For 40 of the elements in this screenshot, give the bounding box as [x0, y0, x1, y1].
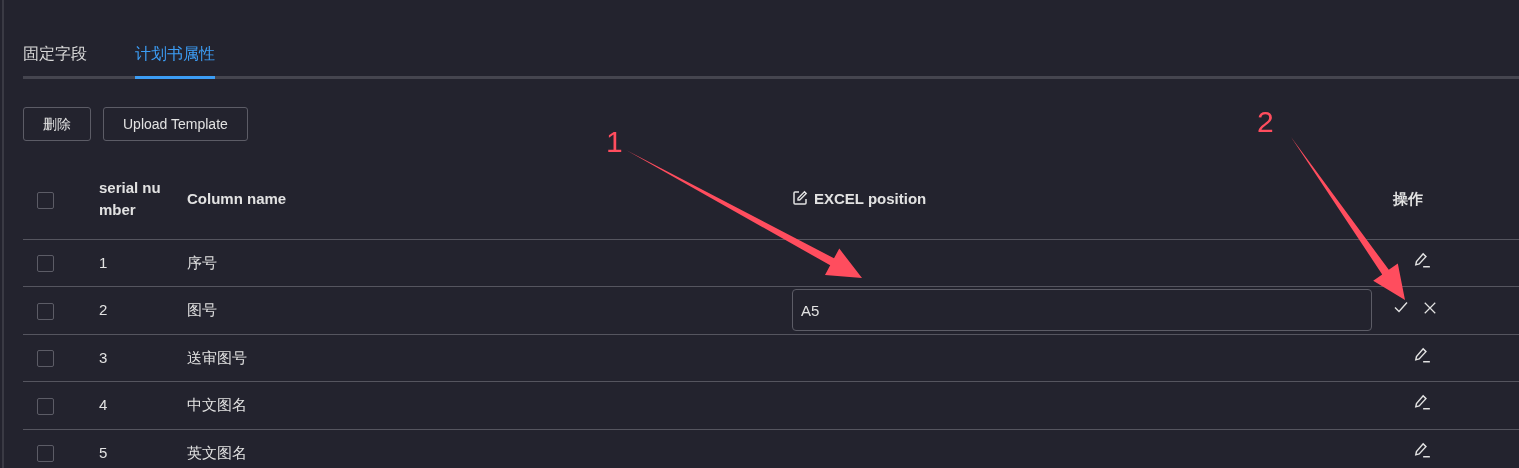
pencil-icon	[1413, 250, 1431, 269]
edit-button[interactable]	[1413, 393, 1431, 411]
column-header: serial number	[99, 178, 162, 220]
column-name: 英文图名	[187, 443, 247, 461]
column-header: EXCEL position	[814, 190, 927, 207]
column-header: 操作	[1393, 190, 1423, 207]
checkbox[interactable]	[37, 445, 54, 463]
row-number: 3	[99, 347, 109, 368]
pencil-icon	[1413, 440, 1431, 459]
edit-icon	[792, 190, 808, 206]
confirm-button[interactable]	[1393, 299, 1409, 315]
column-header: Column name	[187, 190, 287, 207]
edit-button[interactable]	[1413, 440, 1431, 459]
annotation-label: 1	[606, 125, 623, 158]
row-number: 2	[99, 300, 109, 320]
edit-button[interactable]	[1413, 345, 1431, 364]
checkbox[interactable]	[37, 191, 54, 209]
checkbox[interactable]	[37, 397, 54, 415]
tab[interactable]: 固定字段	[23, 42, 87, 79]
checkbox[interactable]	[37, 255, 54, 273]
annotation-label: 2	[1257, 105, 1274, 138]
column-name: 中文图名	[187, 396, 247, 413]
row-number: 4	[99, 395, 109, 415]
column-name: 图号	[187, 301, 217, 318]
upload-button[interactable]: Upload Template	[103, 107, 248, 141]
checkbox[interactable]	[37, 302, 54, 320]
row-number: 1	[99, 252, 109, 273]
cancel-button[interactable]	[1423, 301, 1437, 315]
row-number: 5	[99, 442, 109, 463]
tab[interactable]: 计划书属性	[135, 42, 215, 79]
checkbox[interactable]	[37, 350, 54, 368]
pencil-icon	[1413, 345, 1431, 364]
column-name: 序号	[187, 253, 217, 271]
check-icon	[1393, 299, 1409, 315]
edit-button[interactable]	[1413, 250, 1431, 269]
input-field[interactable]: A5	[792, 289, 1372, 332]
delete-button[interactable]: 删除	[23, 107, 91, 141]
column-name: 送审图号	[187, 348, 247, 366]
close-icon	[1423, 301, 1437, 315]
pencil-icon	[1413, 393, 1431, 411]
